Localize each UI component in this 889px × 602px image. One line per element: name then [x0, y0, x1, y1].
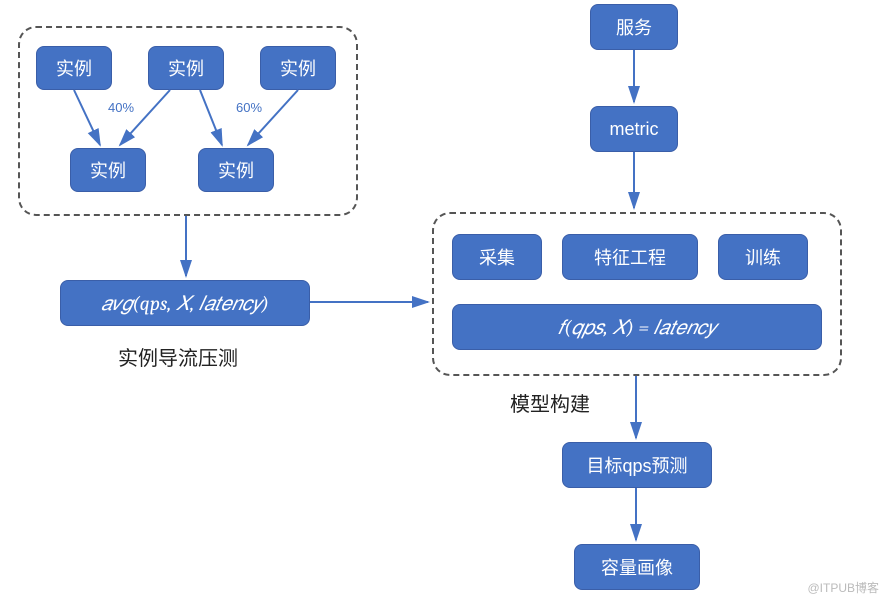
collect-box: 采集	[452, 234, 542, 280]
avg-formula-box: 𝑎𝑣𝑔(qps, 𝑋, 𝑙𝑎𝑡𝑒𝑛𝑐𝑦)	[60, 280, 310, 326]
predict-box: 目标qps预测	[562, 442, 712, 488]
instance-box-1: 实例	[36, 46, 112, 90]
instance-box-2: 实例	[148, 46, 224, 90]
model-caption: 模型构建	[510, 388, 590, 417]
percent-label-40: 40%	[108, 100, 134, 115]
instance-box-5: 实例	[198, 148, 274, 192]
watermark: @ITPUB博客	[807, 579, 879, 596]
left-caption: 实例导流压测	[118, 342, 238, 371]
train-box: 训练	[718, 234, 808, 280]
feature-box: 特征工程	[562, 234, 698, 280]
instance-box-4: 实例	[70, 148, 146, 192]
percent-label-60: 60%	[236, 100, 262, 115]
instance-box-3: 实例	[260, 46, 336, 90]
metric-box: metric	[590, 106, 678, 152]
formula-box: 𝑓(𝑞𝑝𝑠, 𝑋) = 𝑙𝑎𝑡𝑒𝑛𝑐𝑦	[452, 304, 822, 350]
capacity-box: 容量画像	[574, 544, 700, 590]
service-box: 服务	[590, 4, 678, 50]
